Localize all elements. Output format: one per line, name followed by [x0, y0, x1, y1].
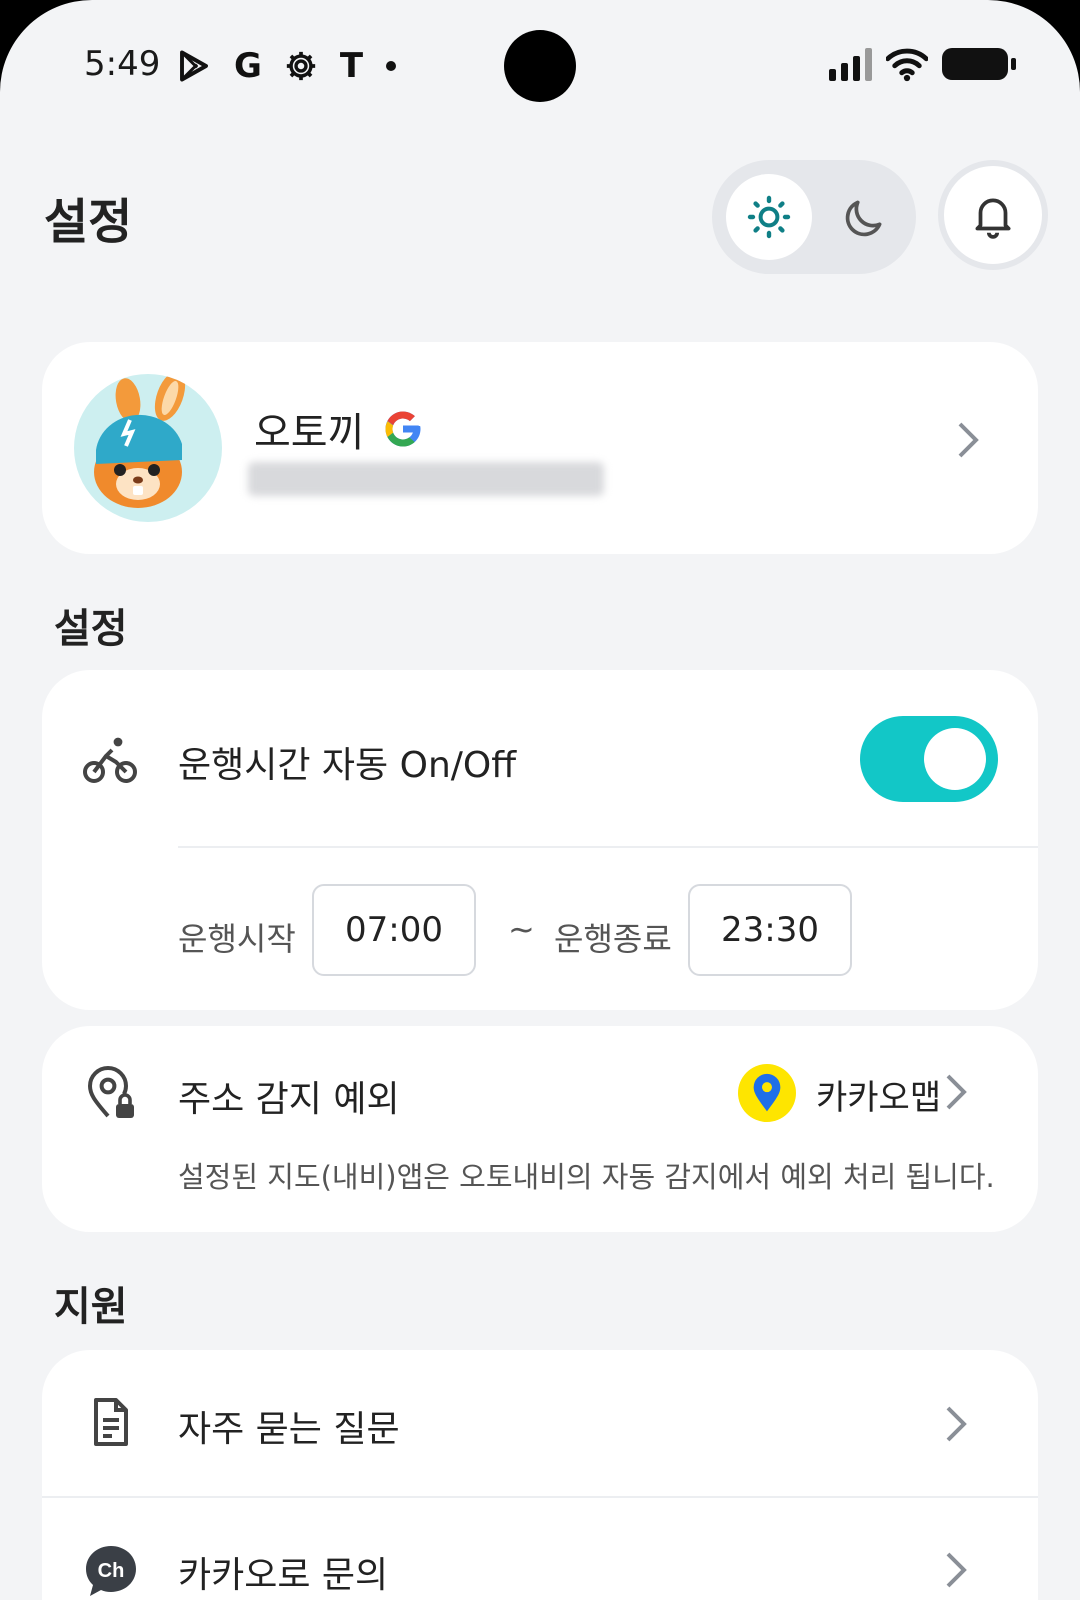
status-left-icons: G T	[176, 46, 397, 86]
kakaomap-badge	[738, 1064, 796, 1122]
google-icon: G	[234, 46, 262, 86]
light-theme-button[interactable]	[726, 174, 812, 260]
map-pin-icon	[753, 1073, 781, 1112]
chevron-right-icon	[944, 1550, 968, 1600]
auto-toggle-label: 운행시간 자동 On/Off	[178, 745, 517, 786]
profile-email-blurred	[248, 462, 604, 496]
theme-switch[interactable]	[712, 160, 916, 274]
support-section-title: 지원	[54, 1284, 128, 1330]
address-exception-card[interactable]: 주소 감지 예외 카카오맵 설정된 지도(내비)앱은 오토내비의 자동 감지에서…	[42, 1026, 1038, 1232]
bell-icon	[975, 198, 1011, 239]
start-time-label: 운행시작	[178, 920, 296, 958]
start-time-field[interactable]: 07:00	[312, 884, 476, 976]
profile-card[interactable]: 오토끼	[42, 342, 1038, 554]
toggle-knob	[924, 728, 986, 790]
front-camera	[504, 30, 576, 102]
map-app-name: 카카오맵	[816, 1078, 942, 1118]
play-store-icon	[180, 50, 208, 82]
settings-section-title: 설정	[54, 606, 128, 652]
notifications-button[interactable]	[938, 160, 1048, 270]
support-item-faq[interactable]: 자주 묻는 질문	[42, 1350, 1038, 1496]
wifi-icon	[886, 48, 928, 82]
chevron-right-icon	[944, 1072, 968, 1122]
support-item-label: 자주 묻는 질문	[178, 1409, 400, 1450]
address-exception-label: 주소 감지 예외	[178, 1079, 400, 1120]
end-time-field[interactable]: 23:30	[688, 884, 852, 976]
rabbit-mascot-icon	[94, 374, 186, 508]
signal-icon	[829, 47, 872, 81]
time-separator: ~	[508, 910, 535, 948]
location-lock-icon	[87, 1066, 134, 1118]
end-time-label: 운행종료	[554, 920, 672, 958]
battery-icon	[942, 48, 1016, 80]
profile-name: 오토끼	[254, 410, 365, 456]
address-exception-description: 설정된 지도(내비)앱은 오토내비의 자동 감지에서 예외 처리 됩니다.	[178, 1160, 995, 1194]
svg-text:Ch: Ch	[98, 1560, 125, 1582]
status-right-icons	[829, 46, 1016, 82]
google-logo-icon	[385, 411, 421, 447]
chevron-right-icon	[956, 420, 980, 470]
support-item-label: 카카오로 문의	[178, 1555, 389, 1596]
profile-name-row: 오토끼	[254, 400, 424, 458]
kakao-channel-icon: Ch	[82, 1542, 140, 1596]
dark-theme-button[interactable]	[822, 174, 908, 260]
chevron-right-icon	[944, 1404, 968, 1454]
sun-icon	[747, 195, 791, 239]
moon-icon	[845, 200, 882, 237]
notification-dot-icon	[386, 61, 397, 71]
auto-toggle-switch[interactable]	[860, 716, 998, 802]
support-card: 자주 묻는 질문 Ch 카카오로 문의	[42, 1350, 1038, 1600]
bicycle-icon	[83, 737, 137, 783]
avatar	[74, 374, 222, 522]
settings-card: 운행시간 자동 On/Off 운행시작 07:00 ~ 운행종료 23:30	[42, 670, 1038, 1010]
t-app-icon: T	[339, 46, 364, 86]
document-icon	[94, 1398, 128, 1446]
settings-gear-icon	[286, 51, 316, 81]
settings-screen: 5:49 G T 설정 오토끼 설정 운행시간 자동 On/Off 운행시작 0…	[0, 0, 1080, 1600]
divider	[178, 846, 1038, 848]
status-time: 5:49	[84, 44, 161, 84]
support-item-kakao[interactable]: Ch 카카오로 문의	[42, 1498, 1038, 1600]
page-title: 설정	[44, 194, 133, 250]
